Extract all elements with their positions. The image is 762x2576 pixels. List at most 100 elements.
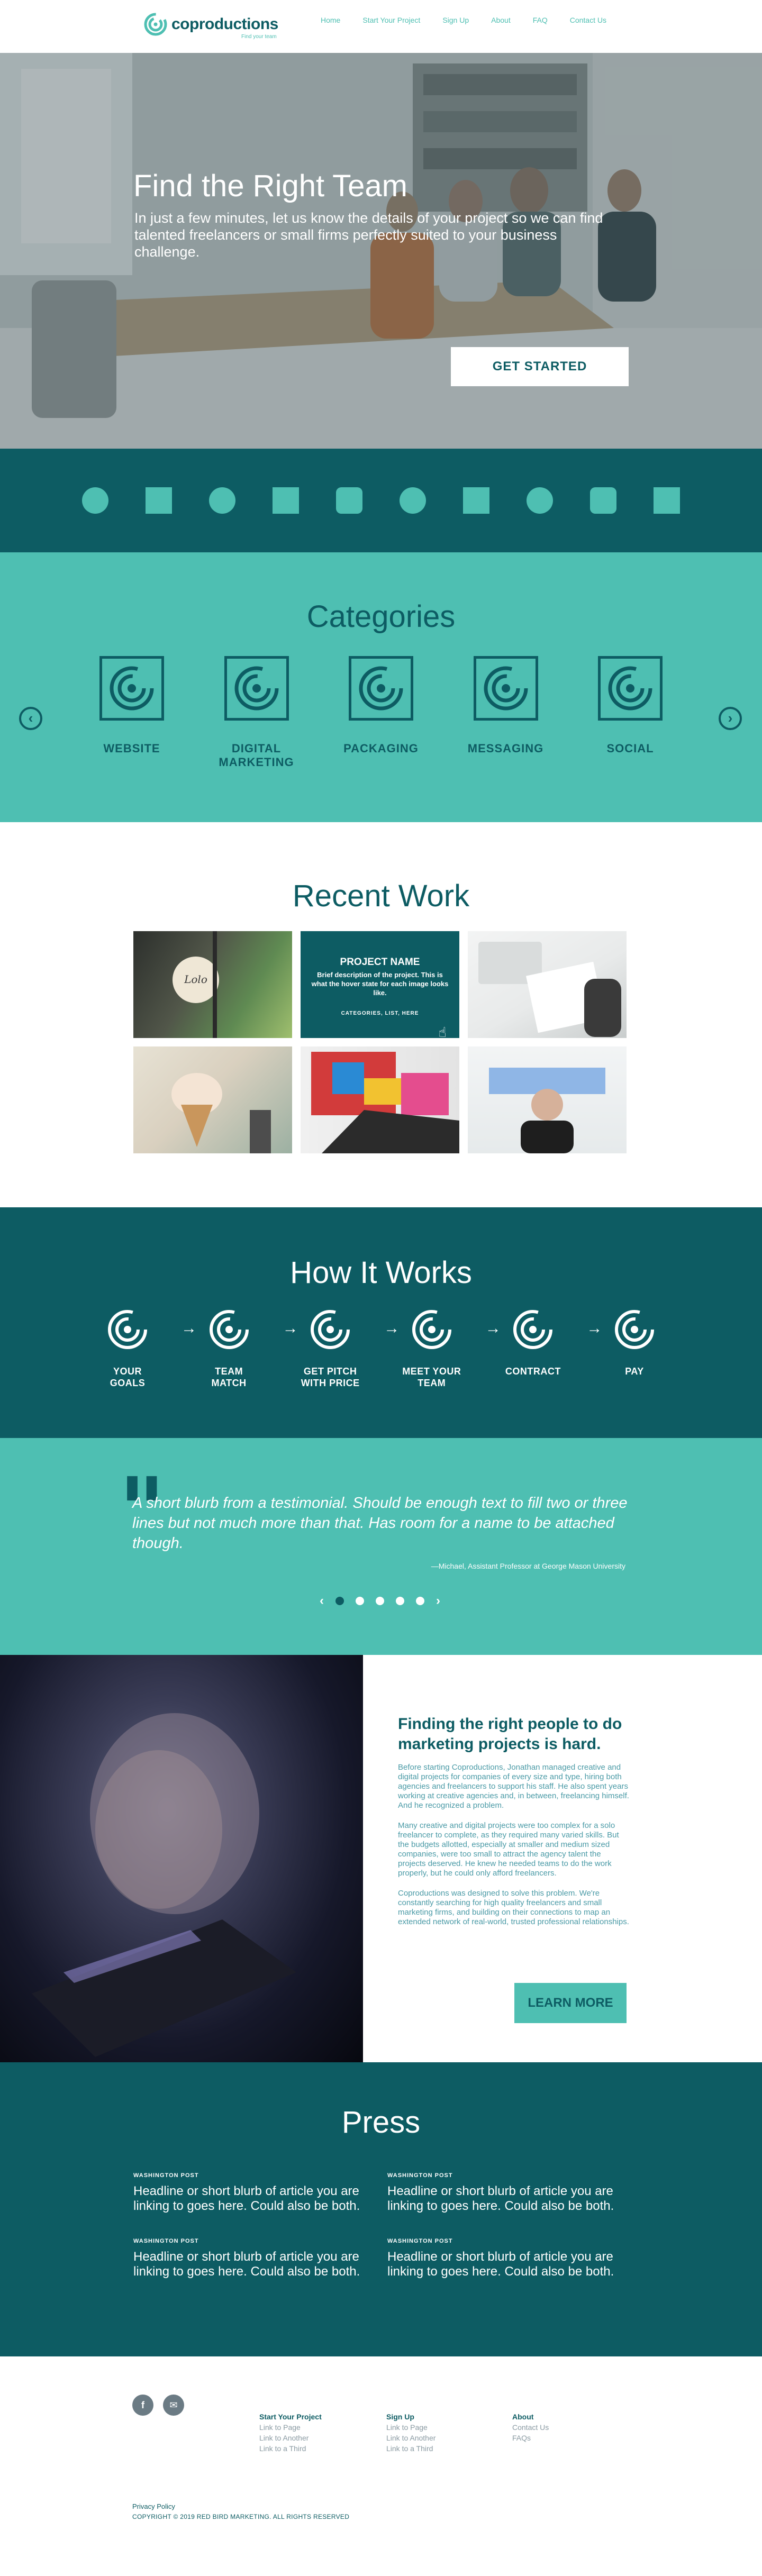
footer-column-sign-up: Sign Up Link to Page Link to Another Lin…: [386, 2411, 436, 2454]
brand-logo[interactable]: coproductions Find your team: [144, 13, 278, 40]
press-source: WASHINGTON POST: [133, 2238, 199, 2244]
story-paragraph: Before starting Coproductions, Jonathan …: [398, 1763, 629, 1810]
project-name: PROJECT NAME: [340, 957, 420, 968]
work-tile-portrait[interactable]: [468, 1046, 627, 1153]
target-icon: [349, 656, 413, 721]
press-section: Press WASHINGTON POST Headline or short …: [0, 2062, 762, 2356]
press-source: WASHINGTON POST: [387, 2238, 453, 2244]
work-tile-sketching[interactable]: [468, 931, 627, 1038]
work-tile-storefront-sign[interactable]: Lolo: [133, 931, 292, 1038]
chevron-left-icon[interactable]: ‹: [19, 707, 42, 730]
footer-link[interactable]: Link to Page: [386, 2422, 436, 2433]
pager-dot[interactable]: [356, 1597, 364, 1605]
categories-carousel: WEBSITE DIGITAL MARKETING PACKAGING MESS…: [92, 656, 670, 769]
project-categories: CATEGORIES, LIST, HERE: [341, 1011, 419, 1016]
email-icon[interactable]: ✉: [163, 2395, 184, 2416]
pager-dot[interactable]: [335, 1597, 344, 1605]
nav-link-faq[interactable]: FAQ: [533, 16, 548, 24]
category-digital-marketing[interactable]: DIGITAL MARKETING: [217, 656, 296, 769]
step-label: TEAM MATCH: [211, 1366, 247, 1388]
testimonial-section: " A short blurb from a testimonial. Shou…: [0, 1438, 762, 1655]
nav-link-start-project[interactable]: Start Your Project: [362, 16, 420, 24]
footer-column-start-project: Start Your Project Link to Page Link to …: [259, 2411, 322, 2454]
category-label: WEBSITE: [103, 742, 160, 755]
target-icon: [224, 656, 289, 721]
work-tile-laptop-art[interactable]: [301, 1046, 459, 1153]
copyright-text: COPYRIGHT © 2019 RED BIRD MARKETING. ALL…: [132, 2513, 350, 2520]
press-item[interactable]: WASHINGTON POST Headline or short blurb …: [133, 2238, 387, 2279]
pager-dot[interactable]: [416, 1597, 424, 1605]
story-paragraph: Many creative and digital projects were …: [398, 1821, 619, 1878]
process-steps: YOUR GOALS → TEAM MATCH → GET PITCH WITH…: [88, 1308, 674, 1389]
step-contract: CONTRACT →: [493, 1308, 602, 1389]
facebook-icon[interactable]: f: [132, 2395, 153, 2416]
category-messaging[interactable]: MESSAGING: [466, 656, 546, 769]
chevron-right-icon[interactable]: ›: [719, 707, 742, 730]
step-label: GET PITCH WITH PRICE: [301, 1366, 360, 1388]
step-meet-team: MEET YOUR TEAM →: [392, 1308, 501, 1389]
press-source: WASHINGTON POST: [387, 2172, 453, 2179]
story-title: Finding the right people to do marketing…: [398, 1715, 622, 1753]
press-title: Press: [341, 2105, 421, 2140]
footer-link[interactable]: Link to a Third: [259, 2443, 322, 2454]
get-started-button[interactable]: GET STARTED: [451, 347, 629, 386]
footer-heading[interactable]: Start Your Project: [259, 2411, 322, 2422]
chevron-right-icon[interactable]: ›: [436, 1594, 440, 1608]
rounded-square-icon: [590, 487, 616, 514]
step-team-match: TEAM MATCH →: [189, 1308, 298, 1389]
press-item[interactable]: WASHINGTON POST Headline or short blurb …: [387, 2172, 631, 2214]
nav-link-contact[interactable]: Contact Us: [570, 16, 606, 24]
press-item[interactable]: WASHINGTON POST Headline or short blurb …: [387, 2238, 631, 2279]
rounded-square-icon: [336, 487, 362, 514]
chevron-left-icon[interactable]: ‹: [320, 1594, 324, 1608]
nav-link-about[interactable]: About: [491, 16, 511, 24]
how-it-works-title: How It Works: [290, 1255, 472, 1290]
square-icon: [654, 487, 680, 514]
work-grid: Lolo PROJECT NAME Brief description of t…: [133, 931, 627, 1153]
category-label: MESSAGING: [467, 742, 544, 755]
target-icon: [311, 1310, 350, 1349]
shapes-band: [0, 449, 762, 552]
footer-link[interactable]: FAQs: [512, 2433, 549, 2443]
work-tile-featured[interactable]: PROJECT NAME Brief description of the pr…: [301, 931, 459, 1038]
work-tile-ice-cream[interactable]: [133, 1046, 292, 1153]
project-description: Brief description of the project. This i…: [311, 971, 449, 997]
how-it-works-section: How It Works YOUR GOALS → TEAM MATCH → G…: [0, 1207, 762, 1438]
about-story-section: Finding the right people to do marketing…: [0, 1655, 762, 2062]
target-icon: [598, 656, 663, 721]
learn-more-button[interactable]: LEARN MORE: [514, 1983, 627, 2023]
nav-link-home[interactable]: Home: [321, 16, 340, 24]
circle-icon: [527, 487, 553, 514]
testimonial-author: —Michael, Assistant Professor at George …: [431, 1562, 625, 1570]
story-body: Before starting Coproductions, Jonathan …: [398, 1763, 630, 1937]
top-nav: coproductions Find your team Home Start …: [0, 0, 762, 53]
nav-links: Home Start Your Project Sign Up About FA…: [321, 16, 606, 24]
pager-dot[interactable]: [376, 1597, 384, 1605]
footer-link[interactable]: Link to Another: [386, 2433, 436, 2443]
footer-link[interactable]: Contact Us: [512, 2422, 549, 2433]
target-icon: [209, 1310, 249, 1349]
press-headline: Headline or short blurb of article you a…: [387, 2184, 614, 2213]
recent-work-section: Recent Work Lolo PROJECT NAME Brief desc…: [0, 822, 762, 1207]
svg-text:Lolo: Lolo: [184, 973, 207, 986]
footer-link[interactable]: Link to Another: [259, 2433, 322, 2443]
target-icon: [513, 1310, 553, 1349]
pager-dot[interactable]: [396, 1597, 404, 1605]
press-grid: WASHINGTON POST Headline or short blurb …: [133, 2172, 631, 2279]
press-item[interactable]: WASHINGTON POST Headline or short blurb …: [133, 2172, 387, 2214]
footer-heading[interactable]: About: [512, 2411, 549, 2422]
category-label: PACKAGING: [343, 742, 419, 755]
category-social[interactable]: SOCIAL: [591, 656, 670, 769]
press-headline: Headline or short blurb of article you a…: [133, 2250, 360, 2279]
circle-icon: [209, 487, 235, 514]
privacy-policy-link[interactable]: Privacy Policy: [132, 2502, 175, 2510]
categories-title: Categories: [306, 599, 456, 634]
footer-link[interactable]: Link to a Third: [386, 2443, 436, 2454]
circle-icon: [400, 487, 426, 514]
nav-link-sign-up[interactable]: Sign Up: [442, 16, 469, 24]
footer-link[interactable]: Link to Page: [259, 2422, 322, 2433]
footer-heading[interactable]: Sign Up: [386, 2411, 436, 2422]
category-website[interactable]: WEBSITE: [92, 656, 171, 769]
category-packaging[interactable]: PACKAGING: [341, 656, 421, 769]
step-label: PAY: [625, 1366, 644, 1377]
